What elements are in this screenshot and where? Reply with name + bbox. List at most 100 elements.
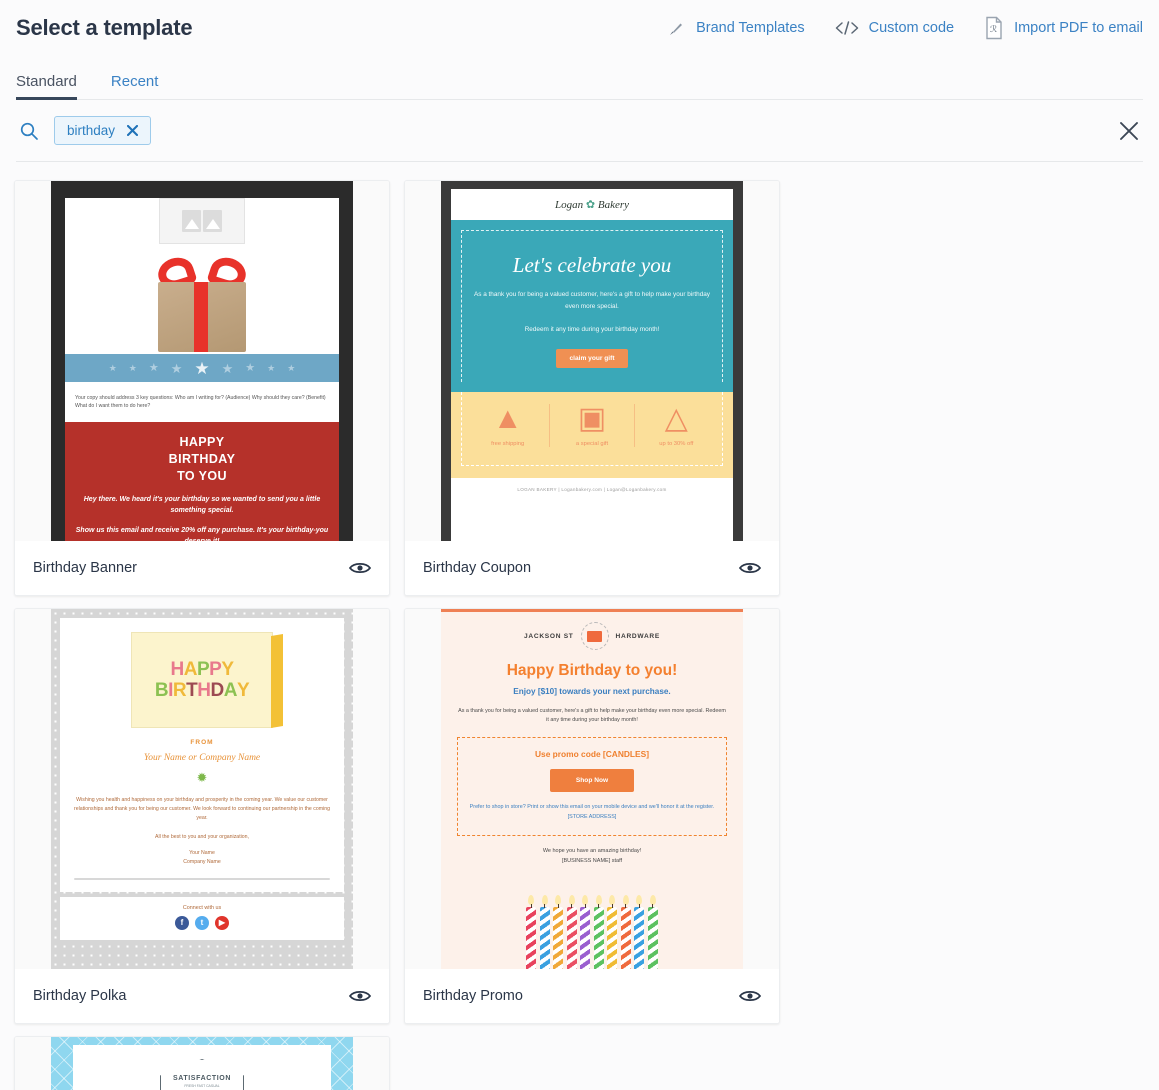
candles-illustration [457,877,727,969]
template-name: Birthday Banner [33,560,137,576]
restaurant-badge: SATISFACTION FRESH FAST CASUAL ♛ RESTAUR… [160,1059,244,1090]
thumb-body-2: Show us this email and receive 20% off a… [75,527,329,541]
thumb-headline-2: BIRTHDAY [168,452,236,466]
feature-item: △ up to 30% off [633,401,718,447]
gift-box-illustration [142,250,262,354]
template-card-birthday-coupon[interactable]: Logan ✿ Bakery Let's celebrate you As a … [404,180,780,596]
promo-box: Use promo code [CANDLES] Shop Now Prefer… [457,736,727,837]
star-band: ★ ★ ★ ★ ★ ★ ★ ★ ★ [65,354,339,382]
badge-line-2: FRESH FAST CASUAL [184,1084,220,1088]
thumb-body-1: As a thank you for being a valued custom… [473,291,711,310]
thumb-from-label: FROM [190,739,214,746]
tab-recent[interactable]: Recent [111,73,159,100]
thumb-sig-1: Your Name [189,850,215,857]
cake-icon: ▲ [492,401,523,435]
search-filter-chip[interactable]: birthday [54,116,152,145]
custom-code-button[interactable]: Custom code [835,20,954,36]
feature-item: ▣ a special gift [549,401,633,447]
thumb-name-line: Your Name or Company Name [143,753,261,763]
thumb-headline: Happy Birthday to you! [506,662,678,679]
logo-left: Logan [555,199,584,211]
header-actions: Brand Templates Custom code ℛ Import PDF… [667,16,1143,40]
thumb-body: Wishing you health and happiness on your… [74,797,330,822]
pdf-file-icon: ℛ [984,16,1004,40]
custom-code-label: Custom code [868,20,955,36]
tab-standard[interactable]: Standard [16,73,77,100]
eye-icon[interactable] [739,989,761,1003]
burst-icon: ✹ [196,770,208,785]
template-thumbnail: JACKSON ST HARDWARE Happy Birthday to yo… [405,609,779,969]
feature-label: free shipping [491,440,525,447]
template-thumbnail: Logan ✿ Bakery Let's celebrate you As a … [405,181,779,541]
feature-label: a special gift [575,440,609,447]
thumb-headline-3: TO YOU [177,468,227,483]
template-thumbnail: ★ ★ ★ ★ ★ ★ ★ ★ ★ Your copy should address 3 k… [15,181,389,541]
template-card-birthday-promo[interactable]: JACKSON ST HARDWARE Happy Birthday to yo… [404,608,780,1024]
gift-icon: ▣ [577,401,607,435]
template-card-happy-birthday[interactable]: SATISFACTION FRESH FAST CASUAL ♛ RESTAUR… [14,1036,390,1090]
card-footer: Birthday Promo [405,969,779,1023]
template-name: Birthday Polka [33,988,127,1004]
template-thumbnail: HAPPY BIRTHDAY FROM Your Name or Company… [15,609,389,969]
search-chip-label: birthday [67,123,116,138]
thumb-connect-label: Connect with us [182,904,222,911]
thumb-promo-code: Use promo code [CANDLES] [534,748,649,759]
eye-icon[interactable] [349,989,371,1003]
thumb-hope-1: We hope you have an amazing birthday! [542,848,642,855]
import-pdf-label: Import PDF to email [1014,20,1143,36]
birthday-card-illustration: HAPPY BIRTHDAY [131,632,273,728]
thumb-footer: LOGAN BAKERY | Loganbakery.com | Logan@L… [517,486,667,492]
thumb-heading: Let's celebrate you [512,253,672,277]
close-icon[interactable] [127,125,139,136]
youtube-icon: ▶ [215,915,229,930]
search-icon[interactable] [16,121,42,141]
brand-templates-label: Brand Templates [696,20,805,36]
thumb-headline-1: HAPPY [179,435,225,450]
thumb-body-2: Redeem it any time during your birthday … [524,325,660,333]
feature-label: up to 30% off [659,440,694,447]
facebook-icon: f [175,915,189,930]
template-card-birthday-polka[interactable]: HAPPY BIRTHDAY FROM Your Name or Company… [14,608,390,1024]
thumb-cta-button: claim your gift [556,348,628,368]
thumb-note: As a thank you for being a valued custom… [458,708,726,724]
party-hat-icon: △ [664,401,688,435]
thumb-body-1: Hey there. We heard it's your birthday s… [83,495,321,514]
badge-line-1: SATISFACTION [172,1075,231,1082]
template-name: Birthday Promo [423,988,523,1004]
brand-right: HARDWARE [615,632,660,640]
card-footer: Birthday Coupon [405,541,779,595]
svg-text:ℛ: ℛ [990,24,997,34]
card-footer: Birthday Banner [15,541,389,595]
close-search-button[interactable] [1115,117,1143,145]
toolbox-seal-icon [580,622,609,650]
thumb-logo: Logan ✿ Bakery [451,189,733,220]
template-card-birthday-banner[interactable]: ★ ★ ★ ★ ★ ★ ★ ★ ★ Your copy should address 3 k… [14,180,390,596]
eye-icon[interactable] [349,561,371,575]
logo-right: Bakery [597,199,629,211]
leaf-icon: ✿ [585,199,596,211]
brand-left: JACKSON ST [524,632,574,640]
thumb-sig-2: Company Name [183,859,221,866]
feature-item: ▲ free shipping [466,401,549,447]
page-title: Select a template [16,15,193,40]
thumb-brand: JACKSON ST HARDWARE [457,622,727,650]
thumb-copy: Your copy should address 3 key questions… [75,395,326,410]
divider [74,877,330,880]
thumb-best-line: All the best to you and your organizatio… [154,834,249,841]
search-bar: birthday [16,100,1143,162]
code-icon [835,20,859,36]
template-grid: ★ ★ ★ ★ ★ ★ ★ ★ ★ Your copy should address 3 k… [0,162,1159,1090]
image-placeholder-icon [159,198,245,244]
template-name: Birthday Coupon [423,560,532,576]
twitter-icon: t [195,915,209,930]
import-pdf-button[interactable]: ℛ Import PDF to email [984,16,1143,40]
thumb-small-2: [STORE ADDRESS] [567,813,617,820]
thumb-small-1: Prefer to shop in store? Print or show t… [469,803,715,810]
thumb-hope-2: [BUSINESS NAME] staff [561,858,623,865]
brand-templates-button[interactable]: Brand Templates [667,19,805,38]
template-tabs: Standard Recent [0,56,1159,100]
card-footer: Birthday Polka [15,969,389,1023]
eye-icon[interactable] [739,561,761,575]
thumb-cta-button: Shop Now [549,768,635,792]
template-thumbnail: SATISFACTION FRESH FAST CASUAL ♛ RESTAUR… [15,1037,389,1090]
